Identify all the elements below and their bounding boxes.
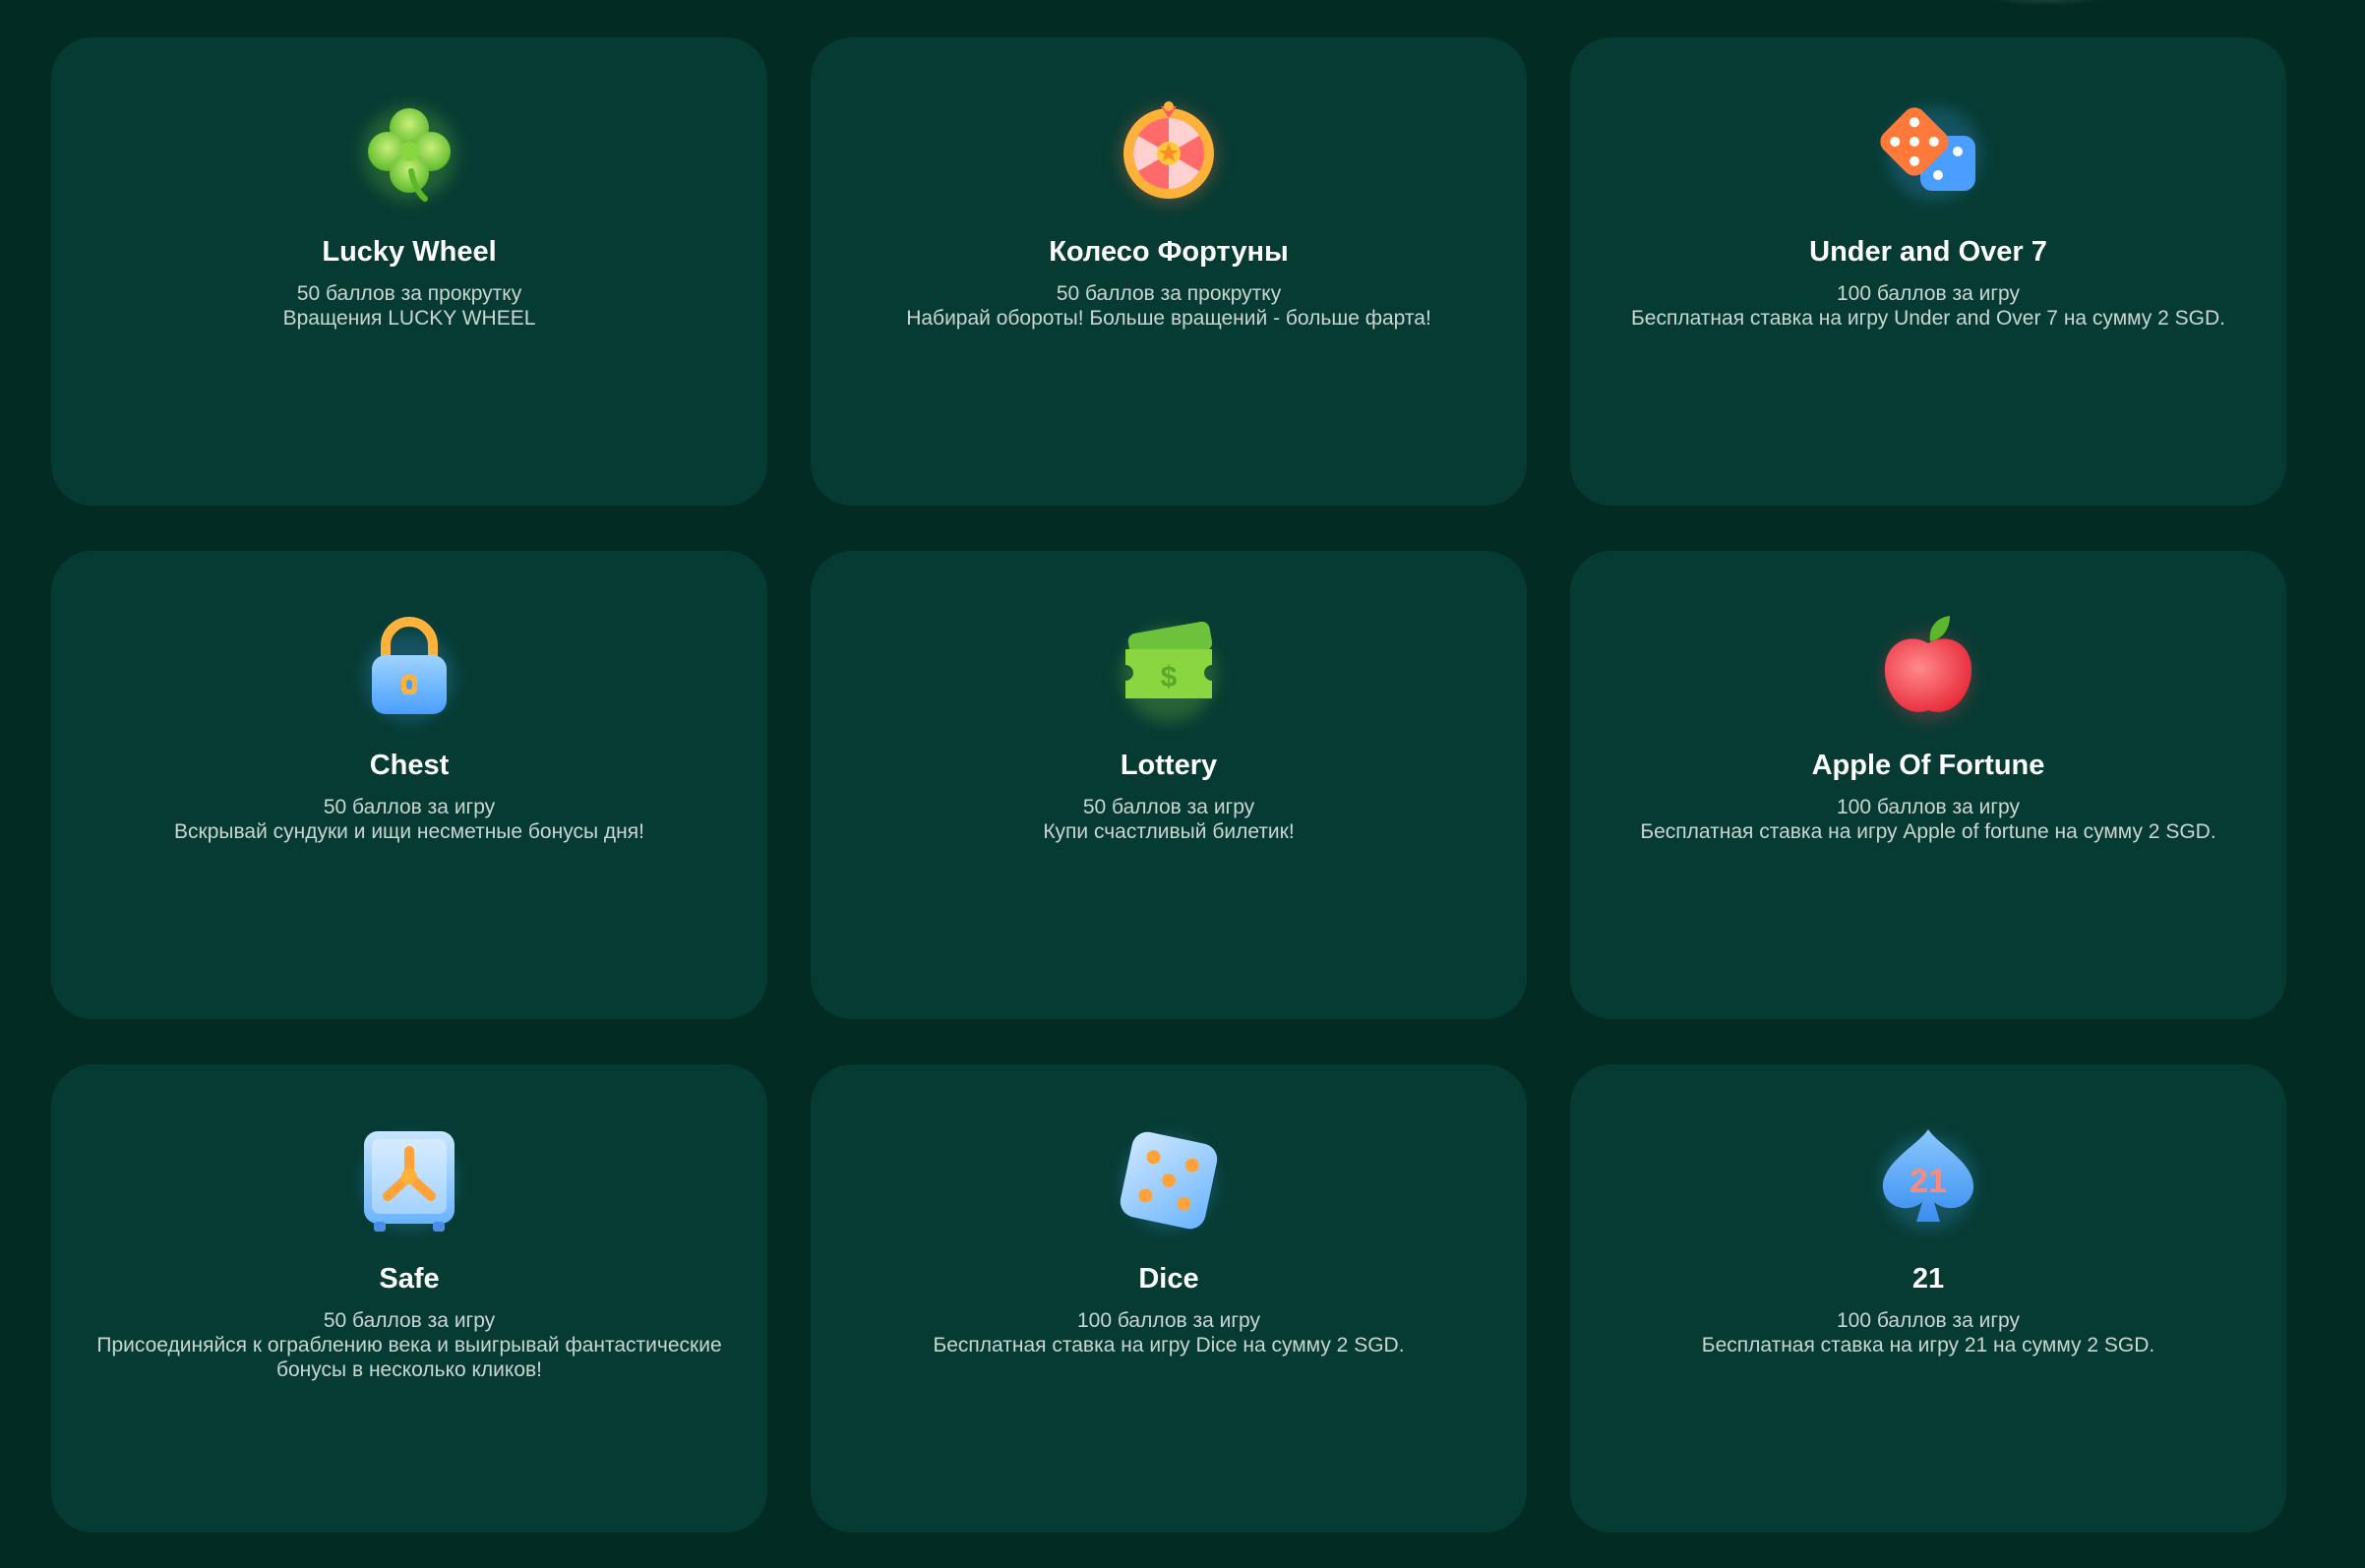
card-points: 50 баллов за игру [323, 1309, 496, 1332]
promo-games-grid: Lucky Wheel 50 баллов за прокрутку Враще… [51, 37, 2286, 1533]
card-points: 100 баллов за игру [1837, 796, 2020, 818]
card-under-over-7[interactable]: Under and Over 7 100 баллов за игру Бесп… [1570, 37, 2286, 506]
card-description: Набирай обороты! Больше вращений - больш… [906, 307, 1431, 330]
dice-pair-icon [1880, 106, 1981, 201]
card-points: 100 баллов за игру [1077, 1309, 1260, 1332]
card-title: Chest [369, 750, 450, 781]
card-title: 21 [1911, 1263, 1945, 1295]
clover-icon [362, 106, 456, 202]
card-points: 100 баллов за игру [1837, 1309, 2020, 1332]
card-fortune-wheel[interactable]: Колесо Фортуны 50 баллов за прокрутку На… [811, 37, 1527, 506]
safe-icon [362, 1131, 456, 1232]
apple-icon [1883, 616, 1973, 722]
card-title: Apple Of Fortune [1811, 750, 2045, 781]
svg-text:21: 21 [1910, 1163, 1947, 1200]
card-title: Under and Over 7 [1809, 236, 2047, 268]
card-lottery[interactable]: $ Lottery 50 баллов за игру Купи счастли… [811, 551, 1527, 1019]
card-points: 50 баллов за прокрутку [296, 282, 522, 305]
card-title: Lottery [1120, 750, 1218, 781]
card-points: 50 баллов за игру [323, 796, 496, 818]
card-points: 50 баллов за прокрутку [1056, 282, 1282, 305]
ticket-icon: $ [1122, 621, 1216, 722]
card-title: Колесо Фортуны [1049, 236, 1289, 268]
spade-21-icon: 21 [1881, 1129, 1975, 1230]
card-lucky-wheel[interactable]: Lucky Wheel 50 баллов за прокрутку Враще… [51, 37, 767, 506]
top-decorative-glow [1977, 0, 2115, 6]
card-description: Вскрывай сундуки и ищи несметные бонусы … [174, 820, 644, 843]
card-description: Бесплатная ставка на игру 21 на сумму 2 … [1701, 1334, 2155, 1357]
padlock-icon [364, 617, 455, 722]
card-apple-of-fortune[interactable]: Apple Of Fortune 100 баллов за игру Бесп… [1570, 551, 2286, 1019]
card-safe[interactable]: Safe 50 баллов за игру Присоединяйся к о… [51, 1064, 767, 1533]
card-dice[interactable]: Dice 100 баллов за игру Бесплатная ставк… [811, 1064, 1527, 1533]
card-title: Dice [1138, 1263, 1199, 1295]
card-description: Бесплатная ставка на игру Apple of fortu… [1640, 820, 2216, 843]
card-description: Присоединяйся к ограблению века и выигры… [96, 1334, 722, 1381]
fortune-wheel-icon [1120, 101, 1218, 205]
svg-text:$: $ [1161, 661, 1178, 694]
card-title: Lucky Wheel [322, 236, 497, 268]
card-description: Бесплатная ставка на игру Dice на сумму … [933, 1334, 1405, 1357]
card-21[interactable]: 21 21 100 баллов за игру Бесплатная став… [1570, 1064, 2286, 1533]
dice-icon [1120, 1131, 1218, 1230]
card-points: 50 баллов за игру [1082, 796, 1255, 818]
card-description: Вращения LUCKY WHEEL [282, 307, 536, 330]
card-description: Купи счастливый билетик! [1043, 820, 1295, 843]
card-chest[interactable]: Chest 50 баллов за игру Вскрывай сундуки… [51, 551, 767, 1019]
card-description: Бесплатная ставка на игру Under and Over… [1631, 307, 2225, 330]
card-points: 100 баллов за игру [1837, 282, 2020, 305]
card-title: Safe [379, 1263, 440, 1295]
